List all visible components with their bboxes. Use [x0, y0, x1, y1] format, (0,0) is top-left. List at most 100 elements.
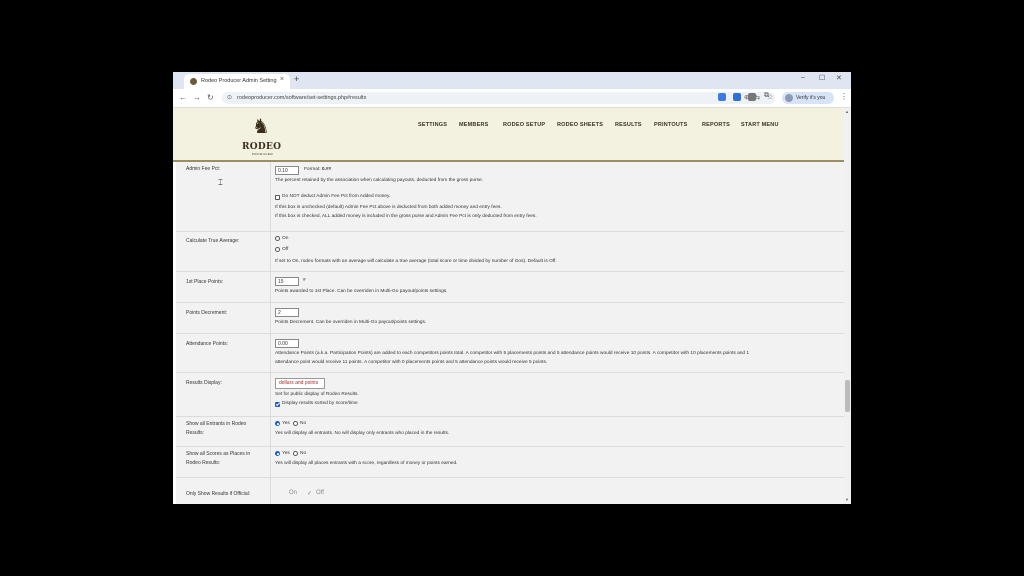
attendance-desc-2: attendance point would receive 11 points… — [275, 360, 548, 365]
attendance-label: Attendance Points: — [186, 341, 228, 347]
logo-text: RODEO — [242, 142, 282, 152]
close-tab-icon[interactable]: × — [280, 76, 284, 83]
setting-row-first-place: 1st Place Points: 15 # Points awarded to… — [176, 272, 844, 303]
nav-reports[interactable]: REPORTS — [702, 122, 730, 128]
results-display-select[interactable]: dollars and points — [275, 378, 325, 389]
nav-settings[interactable]: SETTINGS — [418, 122, 447, 128]
site-info-icon[interactable]: ⊙ — [227, 94, 232, 101]
reload-icon[interactable]: ↻ — [207, 93, 214, 102]
points-decrement-input[interactable]: 2 — [275, 308, 299, 317]
setting-row-results-display: Results Display: dollars and points Set … — [176, 373, 844, 417]
nav-rodeo-setup[interactable]: RODEO SETUP — [503, 122, 545, 128]
extension-2-icon[interactable] — [733, 93, 741, 101]
attendance-desc-1: Attendance Points (a.k.a. Participation … — [275, 351, 750, 356]
site-header: ♞ RODEO PRODUCER SETTINGS MEMBERS RODEO … — [173, 108, 844, 162]
column-divider — [270, 478, 271, 504]
points-decrement-label: Points Decrement: — [186, 310, 228, 316]
show-all-entrants-no-label: No — [300, 421, 307, 426]
address-field[interactable]: ⊙ rodeoproducer.com/software/set-setting… — [222, 92, 775, 104]
first-place-label: 1st Place Points: — [186, 279, 224, 285]
sort-results-label: Display results sorted by score/time — [282, 401, 358, 406]
column-divider — [270, 447, 271, 477]
nav-members[interactable]: MEMBERS — [459, 122, 489, 128]
close-window-icon[interactable]: ✕ — [836, 74, 842, 82]
setting-row-attendance: Attendance Points: 0.00 Attendance Point… — [176, 334, 844, 373]
page-scrollbar[interactable]: ▲ ▼ — [844, 108, 851, 504]
true-average-on-label: On — [282, 236, 289, 241]
column-divider — [270, 272, 271, 302]
sort-results-checkbox[interactable] — [275, 402, 280, 407]
show-all-scores-desc: Yes will display all places entrants wit… — [275, 461, 458, 466]
setting-row-show-all-scores: Show all Scores as Places in Rodeo Resul… — [176, 447, 844, 478]
admin-fee-input[interactable]: 0.10 — [275, 166, 299, 175]
column-divider — [270, 303, 271, 333]
show-all-scores-no-label: No — [300, 451, 307, 456]
scroll-up-icon[interactable]: ▲ — [845, 109, 849, 114]
official-off-toggle[interactable]: Off — [316, 490, 324, 496]
true-average-on-radio[interactable] — [275, 236, 280, 241]
logo-subtext: PRODUCER — [252, 152, 274, 156]
address-bar-row: ← → ↻ ⊙ rodeoproducer.com/software/set-s… — [173, 89, 851, 108]
minimize-icon[interactable]: – — [801, 74, 805, 81]
show-all-scores-yes-label: Yes — [282, 451, 290, 456]
results-display-label: Results Display: — [186, 380, 222, 386]
admin-fee-note-1: If this box is unchecked (default) Admin… — [275, 205, 502, 210]
show-all-entrants-no-radio[interactable] — [293, 421, 298, 426]
setting-row-points-decrement: Points Decrement: 2 Points Decrement. Ca… — [176, 303, 844, 334]
nav-rodeo-sheets[interactable]: RODEO SHEETS — [557, 122, 603, 128]
avatar — [785, 94, 793, 102]
format-value: 0.## — [321, 167, 332, 172]
official-check-icon: ✓ — [307, 491, 313, 497]
forward-icon[interactable]: → — [193, 93, 201, 102]
extension-1-icon[interactable] — [718, 93, 726, 101]
page-content: ♞ RODEO PRODUCER SETTINGS MEMBERS RODEO … — [173, 108, 844, 504]
show-all-scores-label-1: Show all Scores as Places in — [186, 451, 251, 457]
column-divider — [270, 373, 271, 416]
column-divider — [270, 417, 271, 446]
mouse-cursor-icon: ⌶ — [218, 178, 223, 187]
official-label: Only Show Results if Official: — [186, 491, 251, 497]
format-label: Format: 0.## — [304, 166, 331, 174]
column-divider — [270, 232, 271, 271]
new-tab-icon[interactable]: + — [294, 74, 299, 84]
nav-start-menu[interactable]: START MENU — [741, 122, 779, 128]
site-logo[interactable]: ♞ RODEO PRODUCER — [239, 112, 285, 158]
nav-printouts[interactable]: PRINTOUTS — [654, 122, 687, 128]
extension-3-icon[interactable] — [748, 93, 756, 101]
official-on-toggle[interactable]: On — [289, 490, 297, 496]
extensions-icon[interactable]: ⧉ — [764, 92, 769, 100]
show-all-entrants-yes-radio[interactable] — [275, 421, 280, 426]
show-all-entrants-desc: Yes will display all entrants. No will d… — [275, 431, 450, 436]
true-average-off-radio[interactable] — [275, 247, 280, 252]
site-favicon-icon — [190, 78, 197, 85]
format-label-text: Format: — [304, 167, 321, 172]
browser-window: Rodeo Producer Admin Setting × + – ☐ ✕ ←… — [173, 72, 851, 504]
show-all-entrants-label-1: Show all Entrants in Rodeo — [186, 421, 247, 427]
show-all-scores-yes-radio[interactable] — [275, 451, 280, 456]
show-all-scores-no-radio[interactable] — [293, 451, 298, 456]
maximize-icon[interactable]: ☐ — [819, 74, 825, 82]
setting-row-true-average: Calculate True Average: On Off If set to… — [176, 232, 844, 272]
scrollbar-thumb[interactable] — [845, 380, 850, 412]
back-icon[interactable]: ← — [179, 93, 187, 102]
url-text: rodeoproducer.com/software/set-settings.… — [237, 94, 367, 101]
first-place-input[interactable]: 15 — [275, 277, 299, 286]
attendance-input[interactable]: 0.00 — [275, 339, 299, 348]
admin-fee-desc: The percent retained by the association … — [275, 178, 483, 183]
setting-row-show-all-entrants: Show all Entrants in Rodeo Results: Yes … — [176, 417, 844, 447]
tab-strip: Rodeo Producer Admin Setting × + – ☐ ✕ — [173, 72, 851, 89]
browser-tab[interactable]: Rodeo Producer Admin Setting × — [184, 74, 290, 89]
column-divider — [270, 162, 271, 231]
true-average-off-label: Off — [282, 247, 289, 252]
nav-results[interactable]: RESULTS — [615, 122, 642, 128]
true-average-label: Calculate True Average: — [186, 238, 240, 244]
scroll-down-icon[interactable]: ▼ — [845, 497, 849, 502]
profile-verify-button[interactable]: Verify it's you — [782, 92, 834, 104]
points-decrement-desc: Points Decrement. Can be overriden in Mu… — [275, 320, 427, 325]
first-place-desc: Points awarded to 1st Place. Can be over… — [275, 289, 448, 294]
menu-icon[interactable]: ⋮ — [840, 92, 848, 101]
first-place-suffix: # — [303, 278, 306, 283]
no-deduct-checkbox[interactable] — [275, 195, 280, 200]
setting-row-official: Only Show Results if Official: On ✓ Off — [176, 478, 844, 504]
show-all-entrants-label-2: Results: — [186, 430, 205, 436]
